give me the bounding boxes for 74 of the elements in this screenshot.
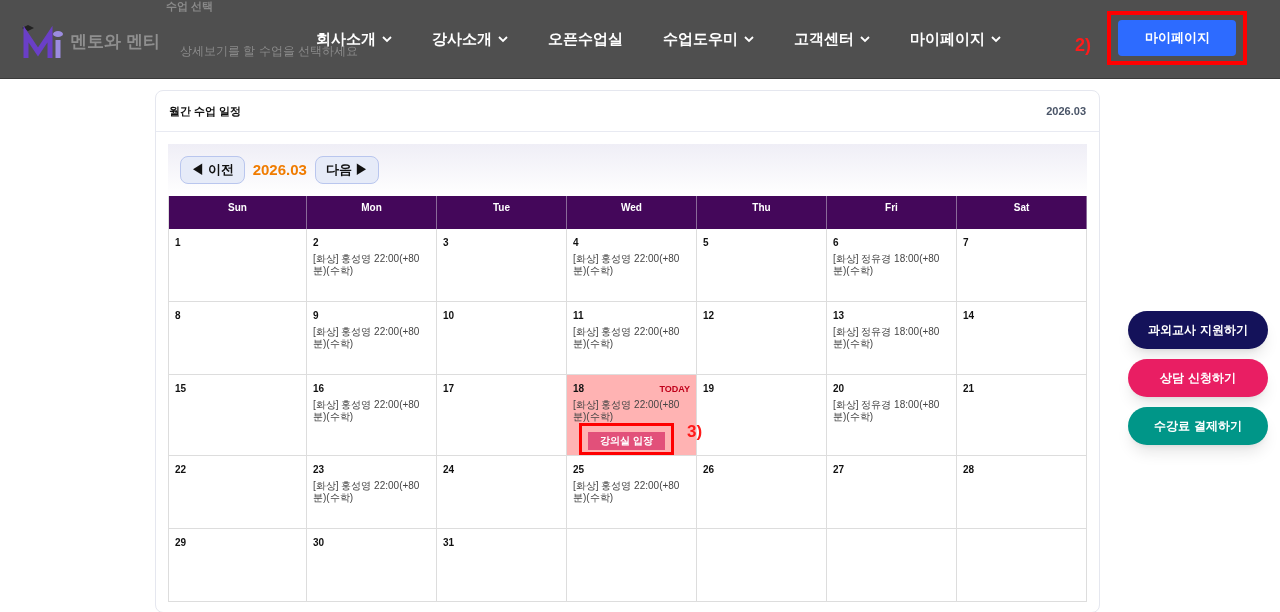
chevron-down-icon (744, 35, 754, 43)
day-number: 4 (573, 237, 579, 249)
weekday-header: Sun (169, 196, 307, 229)
chevron-down-icon (382, 35, 392, 43)
day-number: 13 (833, 310, 845, 322)
next-month-button[interactable]: 다음 ▶ (314, 156, 380, 184)
day-number: 5 (703, 237, 709, 249)
weekday-header: Thu (697, 196, 827, 229)
day-number: 29 (175, 537, 187, 549)
weekday-header: Fri (827, 196, 957, 229)
day-number: 19 (703, 383, 715, 395)
day-number: 20 (833, 383, 845, 395)
annotation-label: 2) (1075, 34, 1091, 57)
enter-classroom-button[interactable]: 강의실 입장 (588, 431, 665, 450)
month-label: 2026.03 (252, 159, 307, 180)
annotation-label: 3) (687, 421, 703, 443)
day-number: 30 (313, 537, 325, 549)
day-number: 16 (313, 383, 325, 395)
class-event[interactable]: [화상] 정유경 18:00(+80분)(수학) (833, 326, 950, 350)
day-number: 10 (443, 310, 455, 322)
day-number: 7 (963, 237, 969, 249)
day-number: 14 (963, 310, 975, 322)
nav-menu-item[interactable]: 수업도우미 (663, 27, 754, 51)
section-title: 수업 선택 (166, 0, 214, 12)
weekday-header: Tue (437, 196, 567, 229)
prev-month-button[interactable]: ◀ 이전 (180, 156, 245, 184)
day-number: 23 (313, 464, 325, 476)
day-number: 11 (573, 310, 584, 322)
day-number: 17 (443, 383, 455, 395)
logo-text: 멘토와 멘티 (70, 30, 160, 53)
chevron-down-icon (860, 35, 870, 43)
day-number: 28 (963, 464, 975, 476)
day-number: 21 (963, 383, 975, 395)
weekday-header: Sat (957, 196, 1087, 229)
day-number: 15 (175, 383, 187, 395)
class-event[interactable]: [화상] 홍성영 22:00(+80분)(수학) (573, 326, 690, 350)
day-number: 31 (443, 537, 455, 549)
day-number: 27 (833, 464, 845, 476)
nav-menu-item[interactable]: 마이페이지 (910, 27, 1001, 51)
day-number: 18 (573, 383, 585, 395)
weekday-header: Mon (307, 196, 437, 229)
day-number: 9 (313, 310, 319, 322)
class-event[interactable]: [화상] 홍성영 22:00(+80분)(수학) (573, 480, 690, 504)
today-label: TODAY (659, 383, 690, 395)
class-event[interactable]: [화상] 홍성영 22:00(+80분)(수학) (313, 326, 430, 350)
day-number: 22 (175, 464, 187, 476)
day-number: 3 (443, 237, 449, 249)
day-number: 8 (175, 310, 181, 322)
class-event[interactable]: [화상] 홍성영 22:00(+80분)(수학) (313, 480, 430, 504)
class-event[interactable]: [화상] 정유경 18:00(+80분)(수학) (833, 253, 950, 277)
nav-menu-item[interactable]: 고객센터 (794, 27, 870, 51)
day-number: 24 (443, 464, 455, 476)
class-event[interactable]: [화상] 홍성영 22:00(+80분)(수학) (313, 399, 430, 423)
day-number: 25 (573, 464, 585, 476)
class-event[interactable]: [화상] 홍성영 22:00(+80분)(수학) (573, 399, 690, 423)
mypage-button[interactable]: 마이페이지 (1118, 20, 1236, 56)
day-number: 1 (175, 237, 181, 249)
day-number: 26 (703, 464, 715, 476)
class-event[interactable]: [화상] 홍성영 22:00(+80분)(수학) (573, 253, 690, 277)
nav-menu-item[interactable]: 강사소개 (432, 27, 508, 51)
side-action-button[interactable]: 과외교사 지원하기 (1128, 311, 1268, 349)
side-action-button[interactable]: 수강료 결제하기 (1128, 407, 1268, 445)
card-title: 월간 수업 일정 (169, 103, 242, 119)
period-label: 2026.03 (1046, 103, 1086, 119)
class-event[interactable]: [화상] 정유경 18:00(+80분)(수학) (833, 399, 950, 423)
side-action-button[interactable]: 상담 신청하기 (1128, 359, 1268, 397)
chevron-down-icon (991, 35, 1001, 43)
day-number: 12 (703, 310, 715, 322)
day-number: 2 (313, 237, 319, 249)
class-event[interactable]: [화상] 홍성영 22:00(+80분)(수학) (313, 253, 430, 277)
chevron-down-icon (498, 35, 508, 43)
nav-menu-item[interactable]: 오픈수업실 (548, 27, 623, 51)
weekday-header: Wed (567, 196, 697, 229)
day-number: 6 (833, 237, 839, 249)
